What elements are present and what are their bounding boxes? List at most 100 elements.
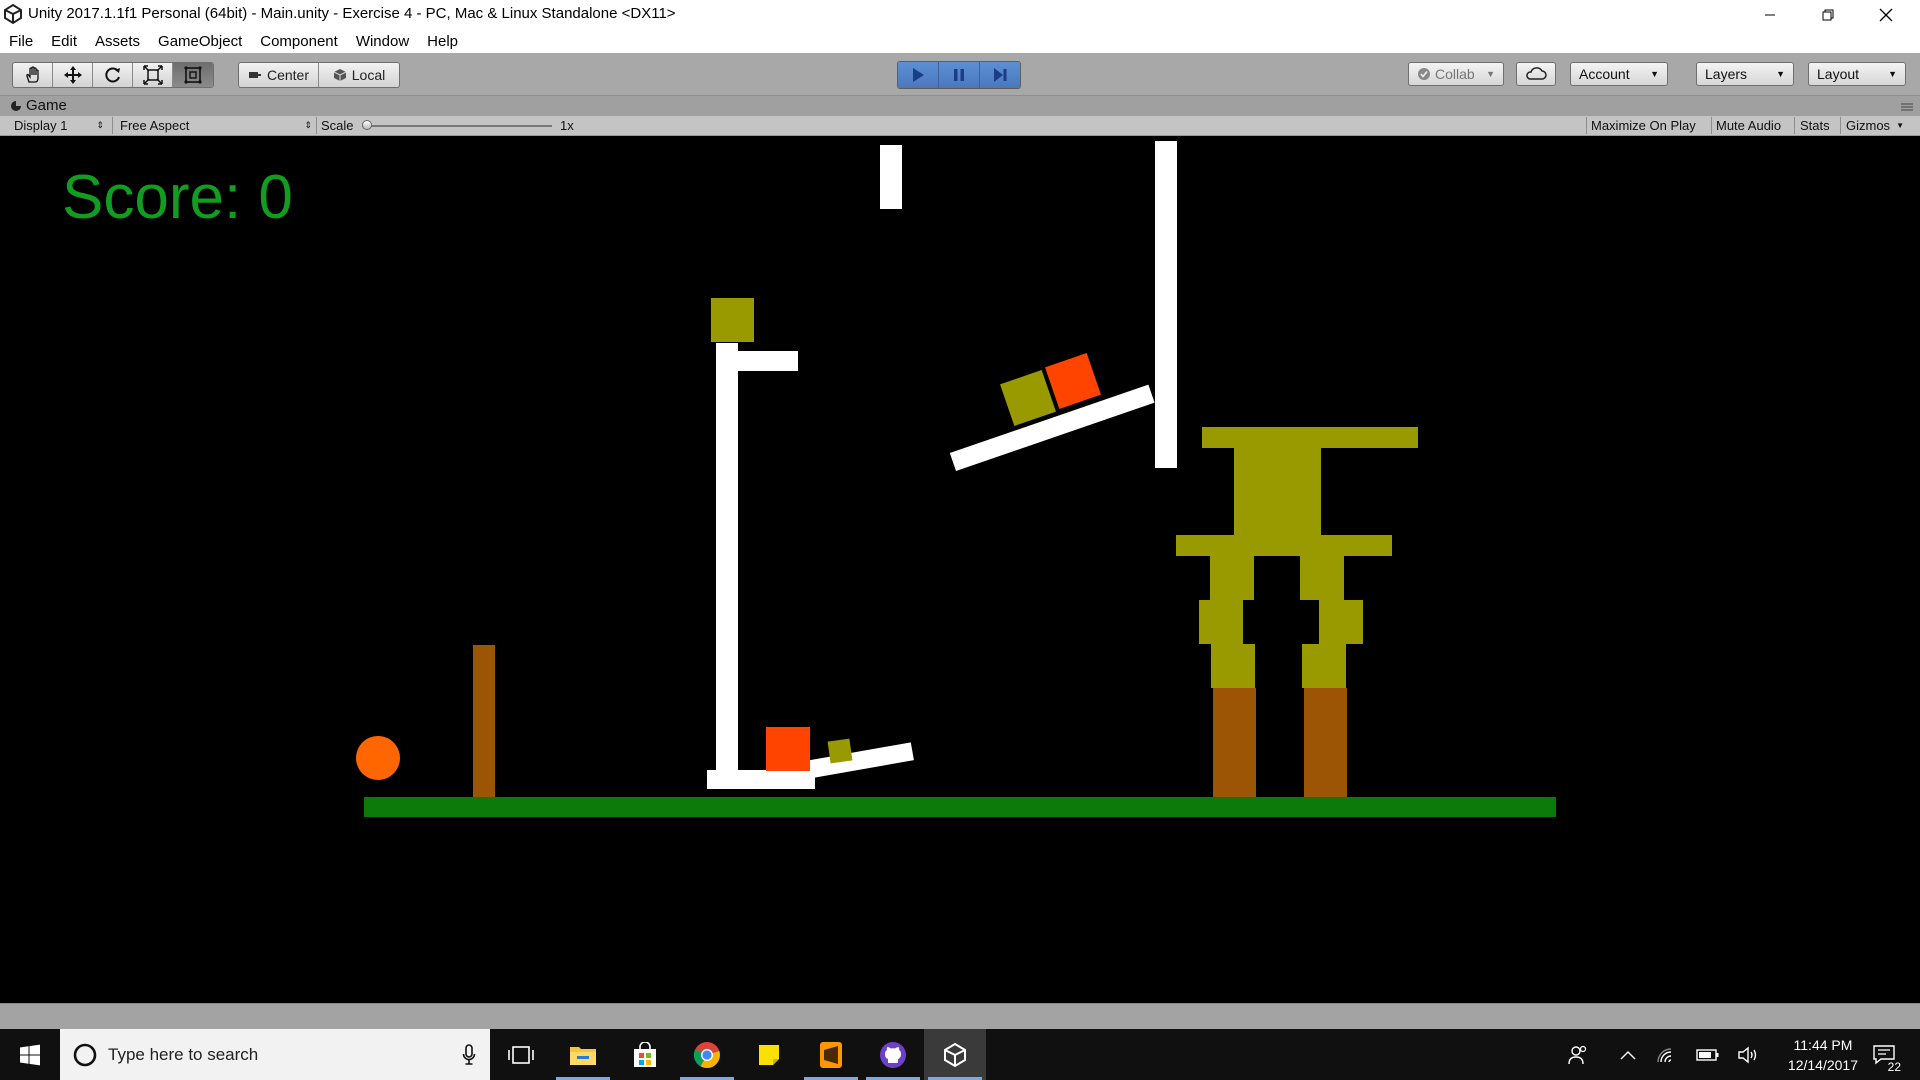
white-ledge	[718, 351, 798, 371]
tower-big-block[interactable]	[1234, 448, 1321, 535]
file-explorer-icon[interactable]	[552, 1029, 614, 1080]
toolbar: Center Local Collab ▼ Account ▼ Layers ▼	[0, 53, 1920, 96]
mute-audio-toggle[interactable]: Mute Audio	[1716, 117, 1781, 134]
hand-icon[interactable]	[13, 63, 53, 87]
start-button[interactable]	[0, 1029, 60, 1080]
notification-count: 22	[1885, 1060, 1903, 1074]
menu-window[interactable]: Window	[347, 33, 418, 50]
windows-icon	[20, 1044, 40, 1065]
separator	[1711, 117, 1712, 134]
notifications-icon[interactable]: 22	[1862, 1029, 1906, 1080]
pivot-icon	[248, 72, 261, 78]
scale-label: Scale	[321, 118, 354, 133]
volume-icon[interactable]	[1732, 1029, 1764, 1080]
restore-icon[interactable]	[1800, 0, 1856, 29]
rotate-icon[interactable]	[93, 63, 133, 87]
olive-block[interactable]	[711, 298, 754, 342]
step-icon[interactable]	[980, 62, 1020, 88]
chevron-down-icon: ▼	[1776, 69, 1785, 79]
ball[interactable]	[356, 736, 400, 780]
space-local-label: Local	[351, 67, 386, 83]
aspect-dropdown[interactable]: Free Aspect ⇕	[120, 117, 312, 134]
clock-time: 11:44 PM	[1793, 1037, 1853, 1053]
move-icon[interactable]	[53, 63, 93, 87]
minimize-icon[interactable]	[1742, 0, 1798, 29]
clock-date: 12/14/2017	[1787, 1057, 1858, 1073]
cube-icon	[333, 69, 346, 81]
chevron-down-icon: ▼	[1888, 69, 1897, 79]
people-icon[interactable]	[1560, 1029, 1596, 1080]
menu-component[interactable]: Component	[251, 33, 347, 50]
rect-tool-icon[interactable]	[173, 63, 213, 87]
slider-thumb[interactable]	[362, 120, 372, 130]
task-view-icon[interactable]	[490, 1029, 552, 1080]
tower-block[interactable]	[1319, 600, 1363, 644]
layers-dropdown[interactable]: Layers ▼	[1696, 62, 1794, 86]
chrome-icon[interactable]	[676, 1029, 738, 1080]
white-block-top	[880, 145, 902, 209]
small-olive-block[interactable]	[827, 738, 853, 764]
pivot-center-label: Center	[266, 67, 310, 83]
menu-file[interactable]: File	[0, 33, 42, 50]
battery-icon[interactable]	[1692, 1029, 1724, 1080]
title-bar: Unity 2017.1.1f1 Personal (64bit) - Main…	[0, 0, 1920, 29]
separator	[316, 117, 317, 134]
game-view[interactable]: Score: 0	[0, 136, 1920, 1003]
pivot-center-button[interactable]: Center	[239, 63, 319, 87]
chevron-up-icon[interactable]	[1612, 1029, 1644, 1080]
menu-help[interactable]: Help	[418, 33, 467, 50]
sublime-text-icon[interactable]	[800, 1029, 862, 1080]
tower-block[interactable]	[1302, 644, 1346, 688]
wifi-icon[interactable]	[1652, 1029, 1684, 1080]
transform-tools	[12, 62, 214, 88]
tower-top-plank	[1202, 427, 1418, 448]
tower-block[interactable]	[1199, 600, 1243, 644]
cloud-button[interactable]	[1516, 62, 1556, 86]
tower-middle-plank	[1176, 535, 1392, 556]
menu-edit[interactable]: Edit	[42, 33, 86, 50]
status-bar	[0, 1003, 1920, 1030]
tower-block[interactable]	[1211, 644, 1255, 688]
orange-block-on-ramp[interactable]	[1045, 353, 1101, 409]
olive-block-on-ramp[interactable]	[1000, 370, 1056, 426]
display-dropdown[interactable]: Display 1 ⇕	[14, 117, 104, 134]
white-ramp	[949, 384, 1155, 471]
stats-toggle[interactable]: Stats	[1800, 117, 1830, 134]
tower-block[interactable]	[1300, 556, 1344, 600]
layers-label: Layers	[1705, 66, 1748, 82]
taskbar-search[interactable]: Type here to search	[60, 1029, 490, 1080]
tab-game[interactable]: Game	[10, 97, 67, 114]
cloud-icon	[1526, 67, 1547, 80]
layout-dropdown[interactable]: Layout ▼	[1808, 62, 1906, 86]
play-icon[interactable]	[898, 62, 939, 88]
unity-icon[interactable]	[924, 1029, 986, 1080]
scale-icon[interactable]	[133, 63, 173, 87]
gizmos-dropdown[interactable]: Gizmos ▼	[1846, 117, 1904, 134]
menu-gameobject[interactable]: GameObject	[149, 33, 251, 50]
menu-bar: File Edit Assets GameObject Component Wi…	[0, 29, 1920, 53]
collab-dropdown[interactable]: Collab ▼	[1408, 62, 1504, 86]
separator	[1586, 117, 1587, 134]
panel-menu-icon[interactable]	[1900, 100, 1914, 112]
microphone-icon[interactable]	[462, 1043, 476, 1066]
panel-tab-bar: Game	[0, 96, 1920, 116]
separator	[1794, 117, 1795, 134]
chevron-down-icon: ▼	[1896, 121, 1904, 130]
menu-assets[interactable]: Assets	[86, 33, 149, 50]
tower-block[interactable]	[1210, 556, 1254, 600]
slider-track	[362, 125, 552, 127]
scale-slider[interactable]	[362, 117, 552, 134]
space-local-button[interactable]: Local	[319, 63, 399, 87]
github-icon[interactable]	[862, 1029, 924, 1080]
maximize-on-play-toggle[interactable]: Maximize On Play	[1591, 117, 1696, 134]
check-icon	[1418, 68, 1430, 80]
account-dropdown[interactable]: Account ▼	[1570, 62, 1668, 86]
sticky-notes-icon[interactable]	[738, 1029, 800, 1080]
system-clock[interactable]: 11:44 PM 12/14/2017	[1788, 1035, 1858, 1075]
close-icon[interactable]	[1858, 0, 1914, 29]
pause-icon[interactable]	[939, 62, 980, 88]
white-base-beam	[707, 770, 815, 789]
game-controller-icon	[11, 100, 21, 111]
orange-block[interactable]	[766, 727, 810, 771]
store-icon[interactable]	[614, 1029, 676, 1080]
